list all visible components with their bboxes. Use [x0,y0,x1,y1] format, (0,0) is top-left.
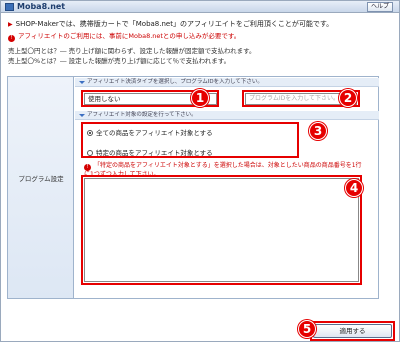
annotation-badge-5: 5 [298,320,316,338]
annotation-frame-3 [81,122,299,158]
triangle-down-icon [79,81,85,84]
definition-fixed: 売上型〇円とは？― 売り上げ額に関わらず、設定した報酬が固定額で支払われます。 [8,45,256,55]
annotation-frame-4 [81,175,362,285]
help-button[interactable]: ヘルプ [367,2,393,12]
definition-fixed-label: 売上型〇円とは？ [8,47,60,55]
definition-percent-text: ― 設定した報酬が売り上げ額に応じて％で支払われます。 [60,57,231,65]
definition-fixed-text: ― 売り上げ額に関わらず、設定した報酬が固定額で支払われます。 [60,47,256,55]
alert-icon: ! [8,35,15,42]
notice-text: ! アフィリエイトのご利用には、事前にMoba8.netとの申し込みが必要です。 [8,30,240,42]
section-head-type-text: アフィリエイト決済タイプを選択し、プログラムIDを入力して下さい。 [87,79,263,85]
program-settings-label: プログラム設定 [18,175,64,183]
window-titlebar: Moba8.net ヘルプ [1,1,399,13]
window-title: Moba8.net [17,2,66,11]
triangle-down-icon [79,114,85,117]
row-header-cell: プログラム設定 [8,77,74,298]
section-head-target-text: アフィリエイト対象の設定を行って下さい。 [87,112,197,118]
annotation-frame-5 [310,321,395,341]
alert-icon: ! [84,164,91,171]
arrow-icon: ▶ [8,21,13,28]
app-icon [5,3,14,11]
annotation-badge-4: 4 [345,179,363,197]
intro-line: SHOP-Makerでは、携帯版カートで「Moba8.net」のアフィリエイトを… [15,20,334,28]
definition-percent-label: 売上型〇%とは？ [8,57,60,65]
section-head-target: アフィリエイト対象の設定を行って下さい。 [75,111,379,120]
annotation-badge-2: 2 [339,89,357,107]
definition-percent: 売上型〇%とは？― 設定した報酬が売り上げ額に応じて％で支払われます。 [8,55,230,65]
section-head-type: アフィリエイト決済タイプを選択し、プログラムIDを入力して下さい。 [75,78,379,87]
intro-text: ▶ SHOP-Makerでは、携帯版カートで「Moba8.net」のアフィリエイト… [8,19,333,29]
annotation-badge-1: 1 [191,89,209,107]
notice-line: アフィリエイトのご利用には、事前にMoba8.netとの申し込みが必要です。 [18,32,241,40]
annotation-badge-3: 3 [309,122,327,140]
